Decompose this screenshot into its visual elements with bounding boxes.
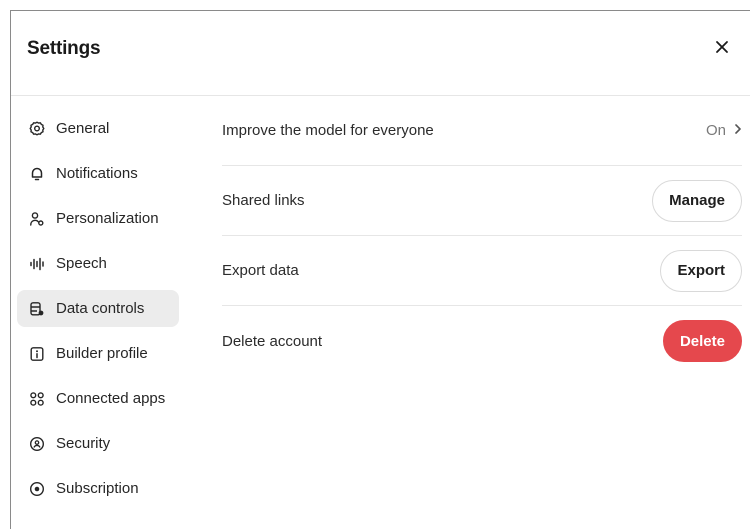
chevron-right-icon	[734, 122, 742, 139]
delete-button[interactable]: Delete	[662, 320, 742, 362]
sidebar-item-security[interactable]: Security	[17, 425, 179, 462]
sidebar-item-label: Security	[56, 435, 111, 452]
settings-content: Improve the model for everyone On Shared…	[222, 96, 742, 376]
settings-sidebar: General Notifications Personalization Sp…	[17, 110, 179, 515]
improve-model-value: On	[705, 122, 726, 139]
waveform-icon	[29, 256, 45, 272]
shared-links-row: Shared links Manage	[222, 166, 742, 236]
sidebar-item-data-controls[interactable]: Data controls	[17, 290, 179, 327]
improve-model-label: Improve the model for everyone	[222, 122, 434, 139]
bell-icon	[29, 166, 45, 182]
shield-icon	[29, 436, 45, 452]
sidebar-item-label: Builder profile	[56, 345, 148, 362]
shared-links-label: Shared links	[222, 192, 305, 209]
delete-account-label: Delete account	[222, 332, 323, 350]
subscription-icon	[29, 481, 45, 497]
export-data-label: Export data	[222, 262, 299, 279]
manage-button[interactable]: Manage	[652, 179, 742, 222]
sidebar-item-builder-profile[interactable]: Builder profile	[17, 335, 179, 372]
dialog-header: Settings	[11, 11, 750, 96]
sidebar-item-label: Data controls	[56, 300, 145, 317]
settings-dialog: Settings General Notifications Personali…	[10, 10, 750, 529]
export-data-row: Export data Export	[222, 236, 742, 306]
database-icon	[29, 301, 45, 317]
sidebar-item-subscription[interactable]: Subscription	[17, 470, 179, 507]
sidebar-item-label: Personalization	[56, 210, 159, 227]
improve-model-toggle[interactable]: On	[706, 122, 742, 139]
sidebar-item-general[interactable]: General	[17, 110, 179, 147]
gear-icon	[29, 121, 45, 137]
sidebar-item-personalization[interactable]: Personalization	[17, 200, 179, 237]
sidebar-item-label: Connected apps	[56, 390, 166, 407]
id-card-icon	[29, 346, 45, 362]
sidebar-item-label: Notifications	[56, 165, 138, 182]
delete-account-row: Delete account Delete	[222, 306, 742, 376]
sidebar-item-speech[interactable]: Speech	[17, 245, 179, 282]
apps-grid-icon	[29, 391, 45, 407]
improve-model-row: Improve the model for everyone On	[222, 96, 742, 166]
sidebar-item-label: General	[56, 120, 110, 137]
close-icon	[715, 40, 729, 59]
sidebar-item-label: Subscription	[56, 480, 139, 497]
person-icon	[29, 211, 45, 227]
dialog-title: Settings	[27, 38, 101, 59]
sidebar-item-label: Speech	[56, 255, 107, 272]
export-button[interactable]: Export	[660, 249, 742, 292]
close-button[interactable]	[710, 37, 734, 61]
sidebar-item-notifications[interactable]: Notifications	[17, 155, 179, 192]
sidebar-item-connected-apps[interactable]: Connected apps	[17, 380, 179, 417]
